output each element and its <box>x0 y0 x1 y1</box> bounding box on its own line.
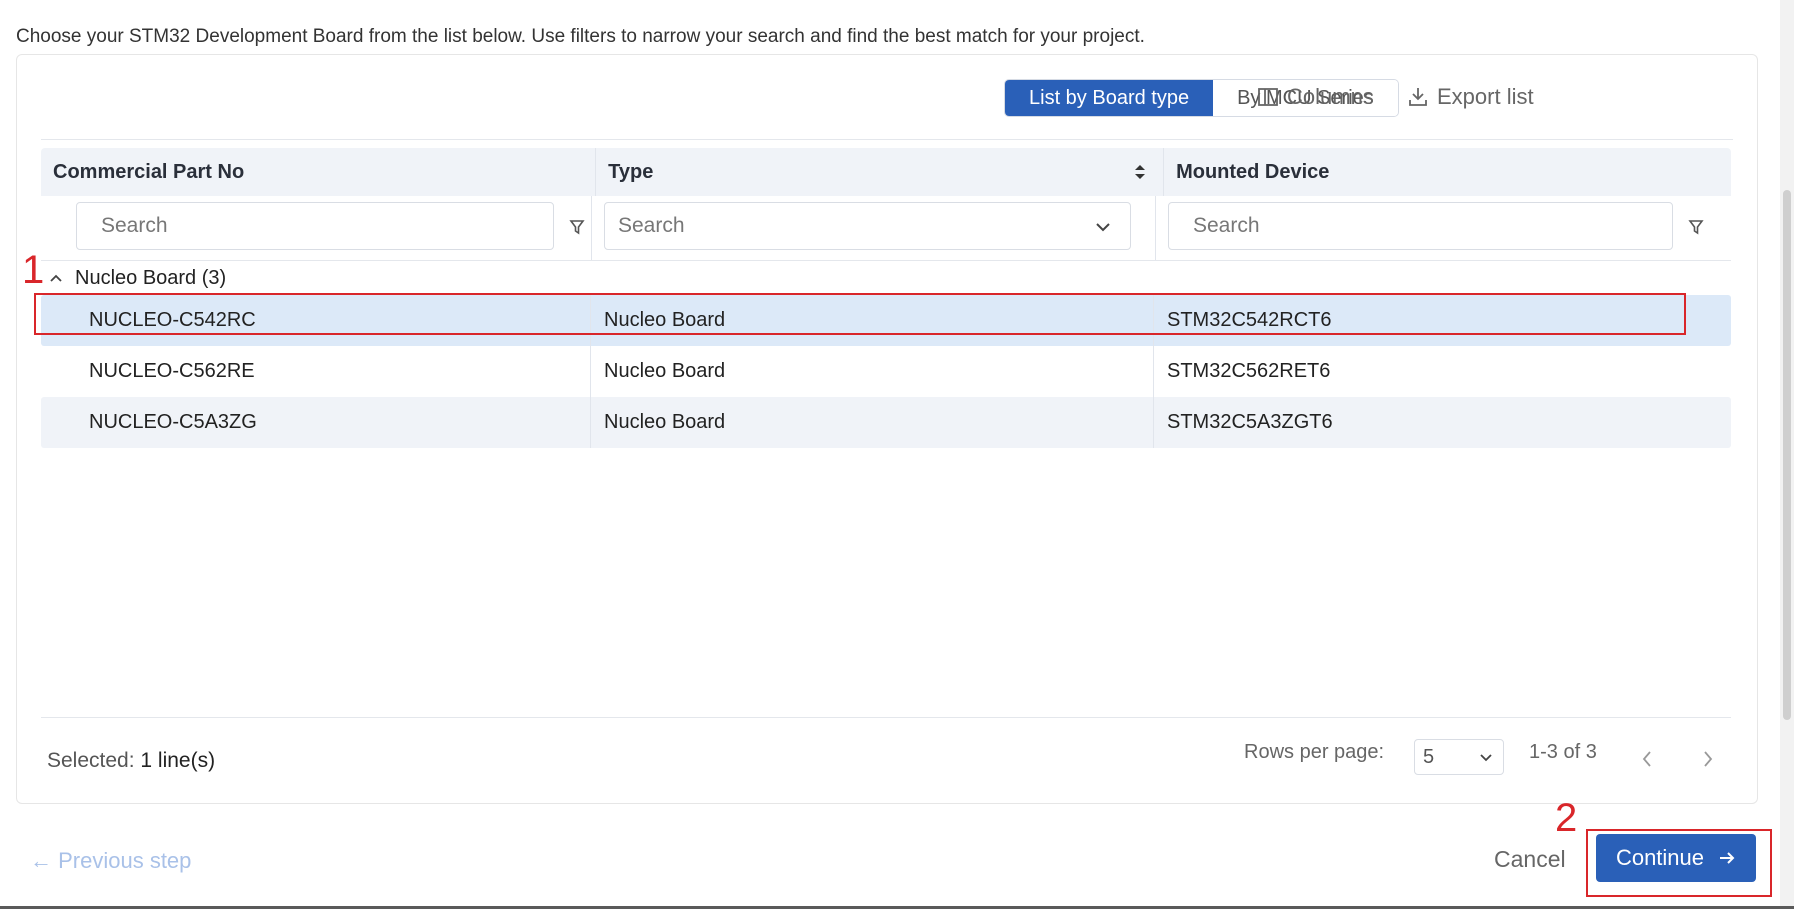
filter-icon[interactable] <box>569 218 585 236</box>
board-selector-panel: List by Board type By MCU Series Columns… <box>16 54 1758 804</box>
type-cell: Nucleo Board <box>591 346 1154 397</box>
columns-label: Columns <box>1287 84 1374 109</box>
columns-icon <box>1258 88 1278 106</box>
chevron-left-icon[interactable] <box>1640 749 1654 769</box>
table-row[interactable]: NUCLEO-C562RE Nucleo Board STM32C562RET6 <box>41 346 1731 397</box>
device-search-input[interactable] <box>1168 202 1673 250</box>
filter-row: Search <box>41 196 1731 261</box>
chevron-down-icon <box>1096 223 1110 232</box>
chevron-down-icon <box>1480 754 1492 762</box>
annotation-number-2: 2 <box>1555 796 1578 840</box>
type-filter-cell: Search <box>592 196 1156 260</box>
type-filter-placeholder: Search <box>618 214 685 237</box>
header-label: Type <box>608 160 654 183</box>
rows-per-page-value: 5 <box>1423 745 1435 768</box>
table-header: Commercial Part No Type Mounted Device <box>41 148 1731 196</box>
header-label: Commercial Part No <box>53 160 245 183</box>
group-row-nucleo-board[interactable]: Nucleo Board (3) <box>41 261 1731 295</box>
columns-button[interactable]: Columns <box>1257 79 1374 115</box>
annotation-number-1: 1 <box>22 248 45 292</box>
part-cell: NUCLEO-C562RE <box>41 346 591 397</box>
cancel-button[interactable]: Cancel <box>1494 846 1566 873</box>
table-toolbar: List by Board type By MCU Series Columns… <box>41 79 1733 140</box>
rows-per-page-select[interactable]: 5 <box>1414 739 1504 775</box>
header-label: Mounted Device <box>1176 160 1330 183</box>
rows-per-page-label: Rows per page: <box>1244 741 1385 763</box>
scrollbar[interactable] <box>1780 0 1794 909</box>
download-icon <box>1409 88 1427 106</box>
wizard-actions: ← Previous step Cancel Continue <box>0 818 1794 898</box>
part-search-input[interactable] <box>76 202 554 250</box>
device-cell: STM32C562RET6 <box>1167 360 1331 382</box>
table-row[interactable]: NUCLEO-C5A3ZG Nucleo Board STM32C5A3ZGT6 <box>41 397 1731 448</box>
export-list-button[interactable]: Export list <box>1407 79 1534 115</box>
device-cell: STM32C5A3ZGT6 <box>1167 411 1333 433</box>
annotation-box-row <box>34 293 1686 335</box>
previous-step-link[interactable]: ← Previous step <box>30 848 191 874</box>
device-filter-cell <box>1156 196 1719 260</box>
sort-icon[interactable] <box>1133 162 1147 182</box>
scrollbar-thumb[interactable] <box>1783 190 1791 720</box>
list-by-board-type-tab[interactable]: List by Board type <box>1005 80 1214 116</box>
selected-value: 1 line(s) <box>140 749 216 772</box>
filter-icon[interactable] <box>1688 218 1704 236</box>
selection-summary: Selected: 1 line(s) <box>47 749 215 773</box>
header-type[interactable]: Type <box>596 148 1165 196</box>
chevron-right-icon[interactable] <box>1701 749 1715 769</box>
export-list-label: Export list <box>1437 84 1534 109</box>
part-cell: NUCLEO-C5A3ZG <box>41 397 591 448</box>
type-filter-select[interactable]: Search <box>604 202 1131 250</box>
selected-label: Selected: <box>47 749 135 772</box>
chevron-up-icon <box>50 274 62 282</box>
page-range: 1-3 of 3 <box>1529 741 1597 763</box>
header-commercial-part-no[interactable]: Commercial Part No <box>41 148 597 196</box>
header-mounted-device[interactable]: Mounted Device <box>1164 148 1731 196</box>
type-cell: Nucleo Board <box>591 397 1154 448</box>
group-label: Nucleo Board (3) <box>75 266 227 289</box>
table-footer-divider <box>41 717 1731 718</box>
part-filter-cell <box>41 196 592 260</box>
intro-text: Choose your STM32 Development Board from… <box>16 26 1145 47</box>
annotation-box-continue <box>1586 829 1772 897</box>
